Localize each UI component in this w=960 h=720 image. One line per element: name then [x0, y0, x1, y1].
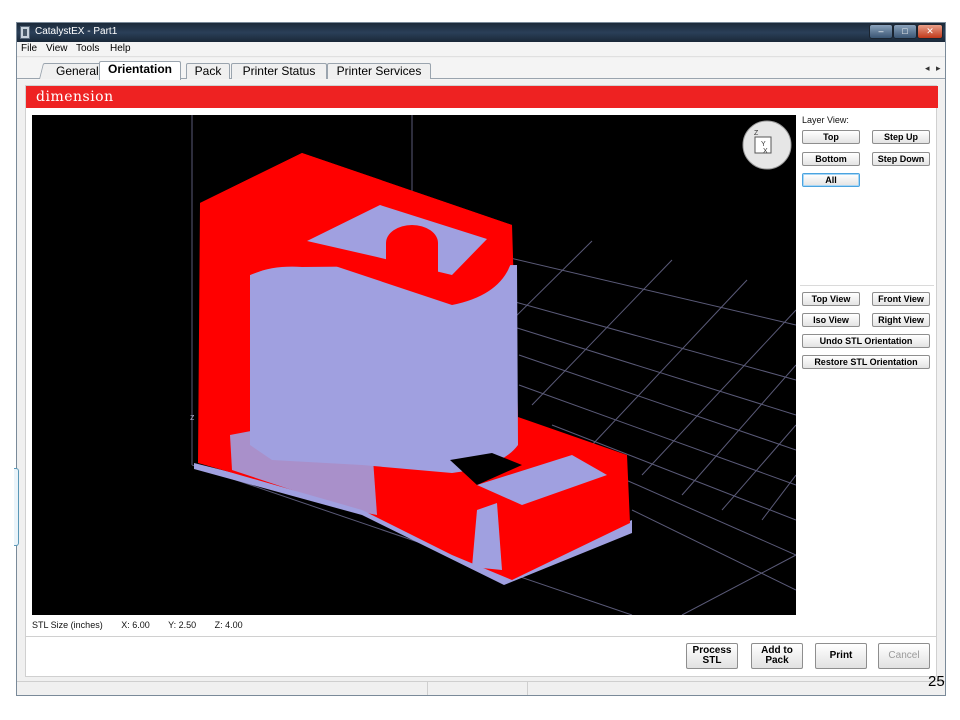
page-number: 25: [928, 673, 945, 690]
add-to-pack-button[interactable]: Add to Pack: [751, 643, 803, 669]
layer-bottom-button[interactable]: Bottom: [802, 152, 860, 166]
orientation-panel: dimension z Z Y X STL Size (inches) X: 6…: [25, 85, 938, 637]
3d-viewport[interactable]: z Z Y X: [32, 115, 796, 615]
right-control-panel: Layer View: Top Step Up Bottom Step Down…: [800, 115, 934, 615]
close-button[interactable]: ✕: [917, 24, 943, 39]
step-down-button[interactable]: Step Down: [872, 152, 930, 166]
slide: CatalystEX - Part1 – □ ✕ File View Tools…: [0, 0, 960, 720]
iso-view-button[interactable]: Iso View: [802, 313, 860, 327]
tab-printer-services[interactable]: Printer Services: [327, 63, 431, 79]
front-view-button[interactable]: Front View: [872, 292, 930, 306]
status-divider: [527, 682, 528, 695]
undo-stl-orientation-button[interactable]: Undo STL Orientation: [802, 334, 930, 348]
tab-printer-status[interactable]: Printer Status: [231, 63, 327, 79]
stl-size-z: Z: 4.00: [214, 620, 243, 630]
layer-view-label: Layer View:: [802, 115, 849, 125]
status-divider: [427, 682, 428, 695]
side-panel-handle[interactable]: [14, 468, 19, 546]
stl-size-x: X: 6.00: [121, 620, 150, 630]
tab-pack[interactable]: Pack: [186, 63, 230, 79]
menu-tools[interactable]: Tools: [76, 43, 99, 54]
stl-size-y: Y: 2.50: [168, 620, 197, 630]
model-knob-shaft: [386, 243, 438, 275]
axis-z-label: z: [190, 412, 195, 422]
catalystex-window: CatalystEX - Part1 – □ ✕ File View Tools…: [16, 22, 946, 696]
layer-all-button[interactable]: All: [802, 173, 860, 187]
tab-strip: General Orientation Pack Printer Status …: [17, 58, 945, 80]
cancel-button[interactable]: Cancel: [878, 643, 930, 669]
app-icon: [20, 26, 30, 39]
cube-x-label: X: [763, 148, 768, 155]
process-stl-button[interactable]: Process STL: [686, 643, 738, 669]
menu-file[interactable]: File: [21, 43, 37, 54]
orientation-cube[interactable]: Z Y X: [742, 120, 792, 170]
stl-size-label: STL Size (inches): [32, 620, 103, 630]
window-title: CatalystEX - Part1: [35, 26, 118, 37]
menu-view[interactable]: View: [46, 43, 68, 54]
layer-top-button[interactable]: Top: [802, 130, 860, 144]
step-up-button[interactable]: Step Up: [872, 130, 930, 144]
cube-y-label: Y: [761, 141, 766, 148]
right-view-button[interactable]: Right View: [872, 313, 930, 327]
model-view-svg: z Z Y X: [190, 115, 796, 615]
restore-stl-orientation-button[interactable]: Restore STL Orientation: [802, 355, 930, 369]
brand-bar: dimension: [26, 86, 938, 108]
menu-bar: File View Tools Help: [17, 42, 945, 57]
cube-z-label: Z: [754, 130, 759, 137]
status-bar: [17, 681, 945, 695]
print-button[interactable]: Print: [815, 643, 867, 669]
menu-help[interactable]: Help: [110, 43, 131, 54]
tab-general-label: General: [55, 64, 99, 78]
minimize-button[interactable]: –: [869, 24, 893, 39]
panel-divider: [800, 285, 934, 286]
tab-scroll-arrows[interactable]: ◂ ▸: [925, 63, 943, 74]
dimension-logo: dimension: [36, 89, 114, 105]
action-bar: Process STL Add to Pack Print Cancel: [25, 637, 937, 677]
tab-orientation[interactable]: Orientation: [99, 61, 181, 80]
maximize-button[interactable]: □: [893, 24, 917, 39]
title-bar[interactable]: CatalystEX - Part1 – □ ✕: [17, 23, 945, 42]
top-view-button[interactable]: Top View: [802, 292, 860, 306]
stl-size-readout: STL Size (inches) X: 6.00 Y: 2.50 Z: 4.0…: [32, 620, 259, 630]
